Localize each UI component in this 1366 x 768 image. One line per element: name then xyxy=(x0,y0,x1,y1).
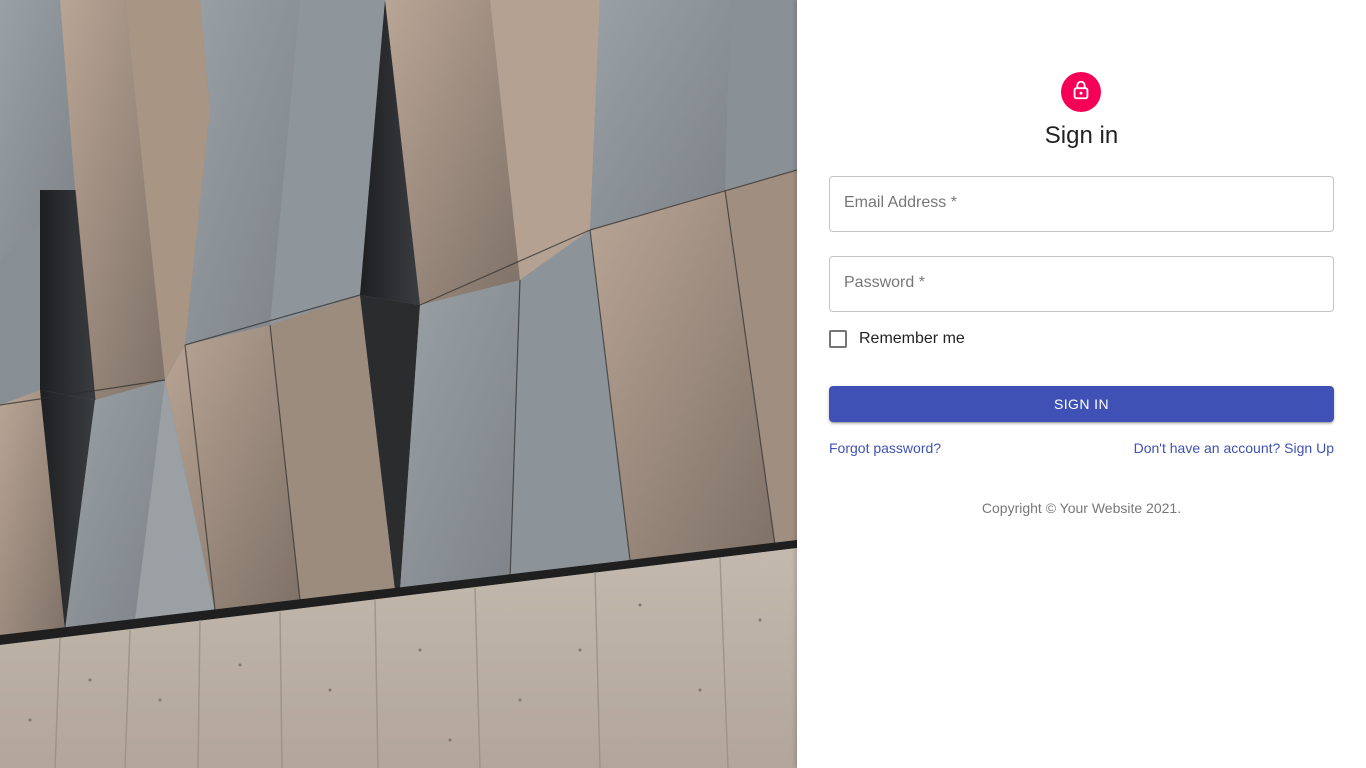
email-field[interactable]: Email Address * xyxy=(829,176,1334,232)
sign-in-button[interactable]: SIGN IN xyxy=(829,386,1334,422)
lock-avatar xyxy=(1061,72,1101,112)
email-input[interactable] xyxy=(830,177,1333,231)
remember-me-control[interactable]: Remember me xyxy=(829,330,965,348)
remember-me-checkbox[interactable] xyxy=(829,330,847,348)
page-title: Sign in xyxy=(1044,122,1119,149)
password-input[interactable] xyxy=(830,257,1333,311)
copyright-text: Copyright © Your Website 2021. xyxy=(981,500,1182,516)
sign-up-link[interactable]: Don't have an account? Sign Up xyxy=(1134,439,1334,457)
hero-image xyxy=(0,0,797,768)
architecture-photo xyxy=(0,0,797,768)
lock-outline-icon xyxy=(1070,79,1092,106)
password-field[interactable]: Password * xyxy=(829,256,1334,312)
forgot-password-link[interactable]: Forgot password? xyxy=(829,439,941,457)
remember-me-label: Remember me xyxy=(859,330,965,347)
sign-in-panel: Sign in Email Address * Password * Remem… xyxy=(797,0,1366,768)
